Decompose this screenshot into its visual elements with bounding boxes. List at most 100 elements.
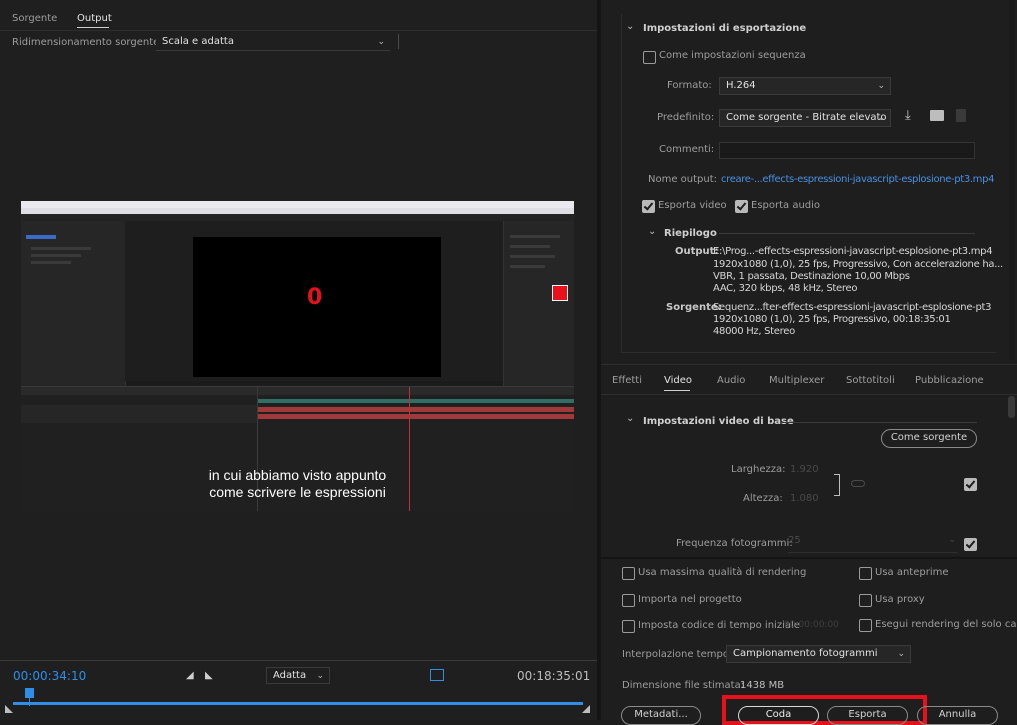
- start-timecode-value[interactable]: 00:00:00:00: [784, 620, 839, 630]
- timeline-bar[interactable]: [13, 702, 583, 705]
- chevron-down-icon[interactable]: ⌄: [626, 413, 634, 424]
- preset-dropdown[interactable]: Come sorgente - Bitrate elevato ⌄: [719, 109, 891, 127]
- start-timecode-checkbox[interactable]: [622, 620, 635, 633]
- use-previews-checkbox[interactable]: [859, 567, 872, 580]
- video-basic-title: Impostazioni video di base: [643, 416, 794, 427]
- export-audio-checkbox[interactable]: [735, 200, 748, 213]
- tab-captions[interactable]: Sottotitoli: [846, 375, 895, 386]
- settings-scrollbar-thumb[interactable]: [1008, 396, 1015, 418]
- export-button[interactable]: Esporta: [827, 706, 908, 725]
- tab-output-underline: [77, 27, 109, 28]
- chevron-down-icon: ⌄: [377, 37, 385, 47]
- export-video-checkbox[interactable]: [642, 200, 655, 213]
- import-preset-icon[interactable]: [930, 110, 944, 121]
- chevron-down-icon: ⌄: [316, 671, 324, 681]
- chevron-down-icon[interactable]: ⌄: [648, 226, 656, 237]
- preview-digit: 0: [307, 285, 323, 310]
- summary-source-line: 48000 Hz, Stereo: [713, 326, 795, 337]
- preset-label: Predefinito:: [657, 112, 715, 123]
- match-source-button[interactable]: Come sorgente: [881, 429, 977, 448]
- scaling-label: Ridimensionamento sorgente:: [12, 37, 163, 48]
- comments-label: Commenti:: [659, 144, 715, 155]
- fit-value: Adatta: [273, 670, 307, 681]
- import-project-label: Importa nel progetto: [638, 594, 742, 605]
- match-sequence-checkbox[interactable]: [643, 51, 656, 64]
- aspect-correction-icon[interactable]: [430, 669, 444, 681]
- summary-output-line: E:\Prog...-effects-espressioni-javascrip…: [713, 246, 993, 257]
- save-preset-icon[interactable]: ⤓: [905, 108, 911, 123]
- scaling-dropdown[interactable]: Scala e adatta ⌄: [156, 34, 390, 51]
- summary-title: Riepilogo: [664, 228, 717, 239]
- override-framerate-checkbox[interactable]: [964, 538, 977, 551]
- tab-source[interactable]: Sorgente: [12, 13, 57, 24]
- preview-comp-viewer: 0: [125, 221, 503, 381]
- framerate-dropdown[interactable]: 25 ⌄: [788, 535, 958, 553]
- summary-source-line: Sequenz...fter-effects-espressioni-javas…: [713, 302, 992, 313]
- out-point-marker-icon[interactable]: [582, 705, 590, 713]
- interpolation-value: Campionamento fotogrammi: [733, 648, 878, 659]
- tab-effects[interactable]: Effetti: [612, 375, 642, 386]
- export-settings-title: Impostazioni di esportazione: [643, 23, 807, 34]
- format-label: Formato:: [667, 80, 712, 91]
- preview-canvas: 0: [193, 237, 441, 377]
- chevron-down-icon: ⌄: [948, 535, 956, 545]
- summary-output-line: VBR, 1 passata, Destinazione 10,00 Mbps: [713, 271, 910, 282]
- max-quality-label: Usa massima qualità di rendering: [638, 567, 807, 578]
- match-sequence-label: Come impostazioni sequenza: [659, 50, 806, 61]
- fit-dropdown[interactable]: Adatta ⌄: [266, 667, 330, 684]
- metadata-button[interactable]: Metadati...: [621, 706, 701, 725]
- set-in-point-icon[interactable]: ◢: [186, 670, 194, 681]
- tab-audio[interactable]: Audio: [717, 375, 745, 386]
- use-previews-label: Usa anteprime: [875, 567, 949, 578]
- format-dropdown[interactable]: H.264 ⌄: [719, 77, 891, 95]
- export-video-label: Esporta video: [658, 200, 727, 211]
- left-panel: Sorgente Output Ridimensionamento sorgen…: [0, 0, 597, 720]
- total-duration: 00:18:35:01: [517, 669, 591, 683]
- export-audio-label: Esporta audio: [751, 200, 821, 211]
- preview-subtitle-2: come scrivere le espressioni: [209, 484, 386, 500]
- scaling-value: Scala e adatta: [162, 36, 234, 47]
- tabs-divider: [601, 364, 1017, 365]
- framerate-value: 25: [788, 535, 801, 546]
- preset-value: Come sorgente - Bitrate elevato: [726, 112, 887, 123]
- in-point-marker-icon[interactable]: [5, 705, 13, 713]
- use-proxy-label: Usa proxy: [875, 594, 925, 605]
- override-size-checkbox[interactable]: [964, 478, 977, 491]
- cancel-button[interactable]: Annulla: [917, 706, 998, 725]
- framerate-label: Frequenza fotogrammi:: [676, 538, 793, 549]
- tab-video-underline: [664, 390, 690, 391]
- video-preview: 0 in cui abbiamo visto appunto come scri…: [21, 201, 574, 511]
- summary-output-label: Output:: [675, 246, 719, 257]
- tab-multiplexer[interactable]: Multiplexer: [769, 375, 824, 386]
- tab-video[interactable]: Video: [664, 375, 692, 386]
- preview-titlebar: [21, 201, 574, 208]
- filesize-label: Dimensione file stimata:: [622, 680, 745, 691]
- interpolation-dropdown[interactable]: Campionamento fotogrammi ⌄: [726, 645, 911, 663]
- summary-divider: [719, 233, 975, 234]
- width-label: Larghezza:: [731, 464, 786, 475]
- panel-scrollbar[interactable]: [1009, 0, 1015, 360]
- current-timecode[interactable]: 00:00:34:10: [13, 669, 86, 683]
- tab-publish[interactable]: Pubblicazione: [915, 375, 984, 386]
- chevron-down-icon: ⌄: [877, 113, 885, 123]
- output-name-link[interactable]: creare-...effects-espressioni-javascript…: [721, 174, 994, 185]
- filesize-value: 1438 MB: [740, 680, 785, 691]
- alpha-only-label: Esegui rendering del solo canale: [875, 619, 1017, 630]
- height-value[interactable]: 1.080: [790, 493, 819, 504]
- bottom-divider: [601, 557, 1017, 559]
- alpha-only-checkbox[interactable]: [859, 619, 872, 632]
- delete-preset-icon[interactable]: [956, 109, 966, 122]
- set-out-point-icon[interactable]: ◣: [205, 670, 213, 681]
- comments-input[interactable]: [719, 142, 975, 159]
- video-basic-divider: [781, 422, 977, 423]
- queue-button[interactable]: Coda: [738, 706, 819, 725]
- use-proxy-checkbox[interactable]: [859, 594, 872, 607]
- max-quality-checkbox[interactable]: [622, 567, 635, 580]
- import-project-checkbox[interactable]: [622, 594, 635, 607]
- chevron-down-icon[interactable]: ⌄: [626, 21, 634, 32]
- width-value[interactable]: 1.920: [790, 464, 819, 475]
- tab-output[interactable]: Output: [77, 13, 112, 24]
- link-icon[interactable]: [851, 480, 865, 487]
- summary-output-line: AAC, 320 kbps, 48 kHz, Stereo: [713, 283, 858, 294]
- preview-toolbar: [21, 214, 574, 221]
